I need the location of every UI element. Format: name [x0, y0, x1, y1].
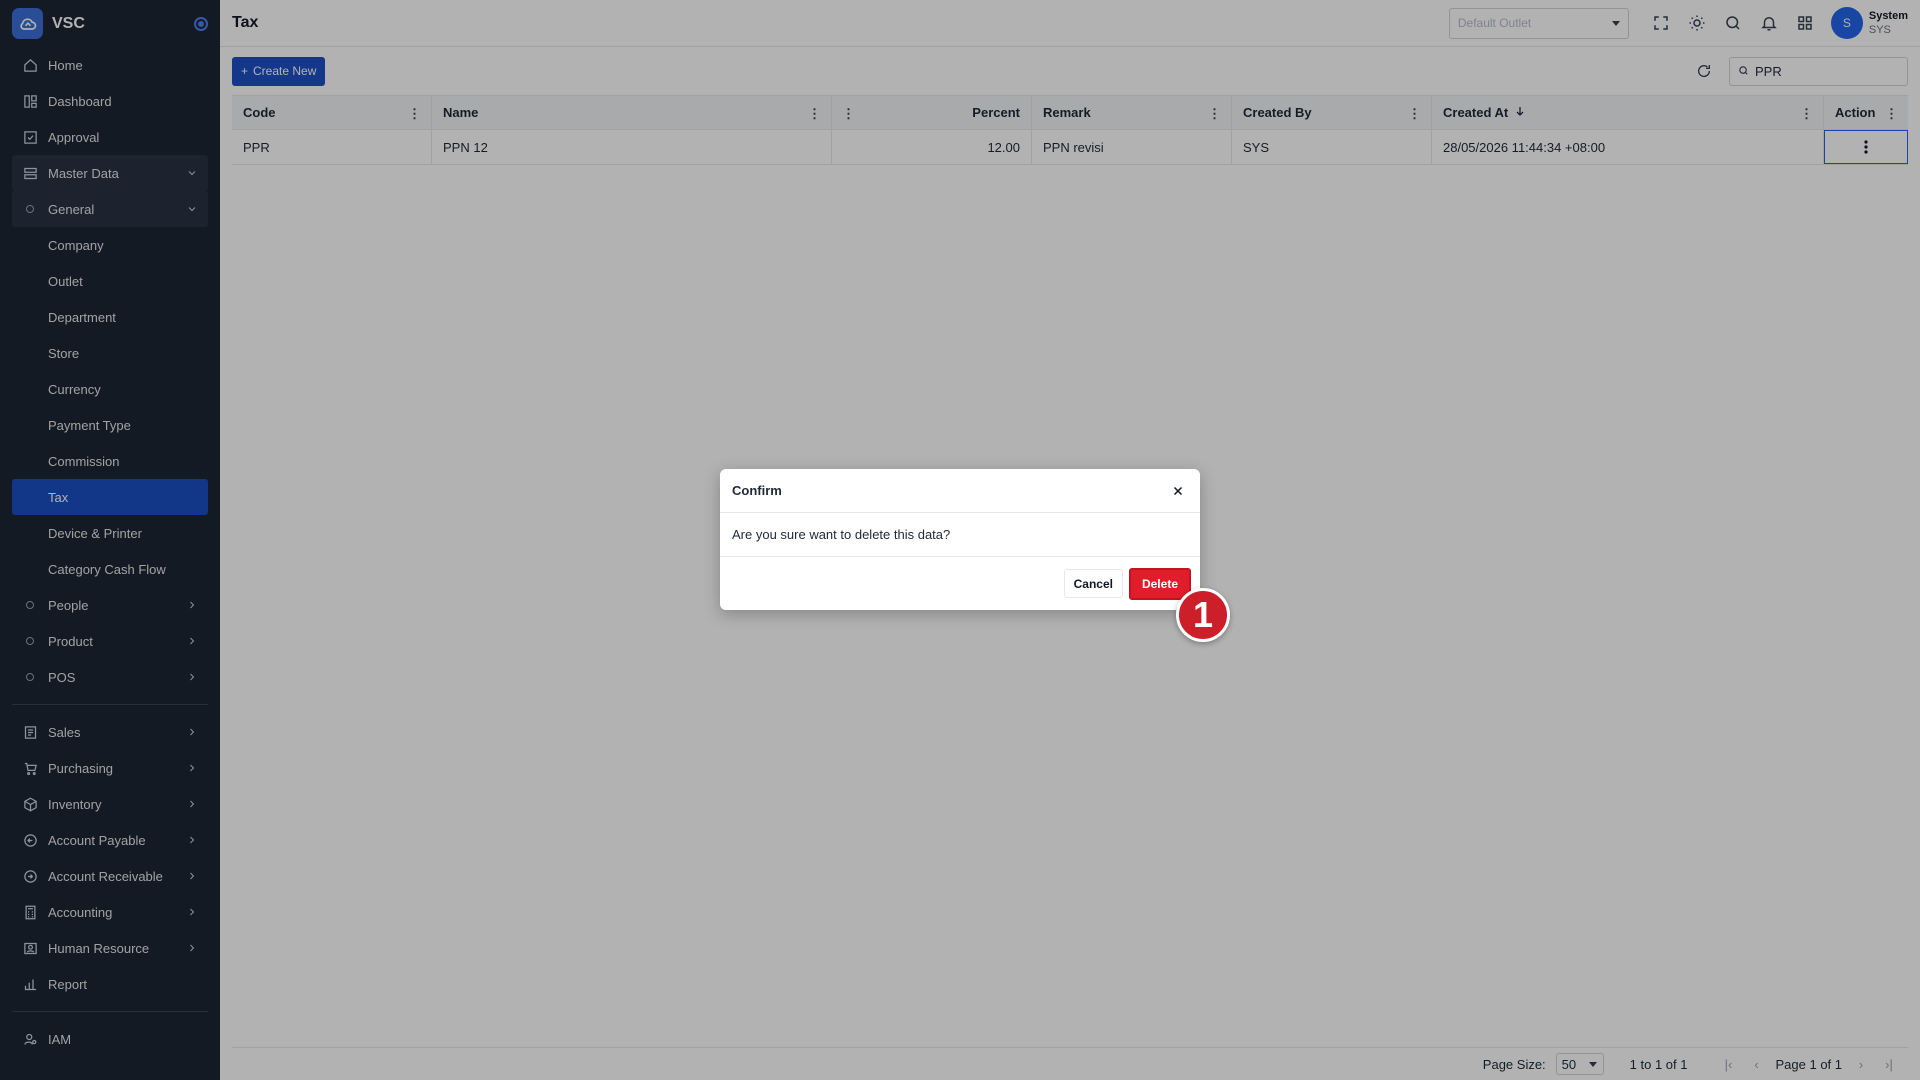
confirm-dialog: Confirm Are you sure want to delete this… [720, 469, 1200, 610]
delete-button[interactable]: Delete [1128, 567, 1191, 600]
step-number-badge: 1 [1176, 588, 1230, 642]
cancel-button[interactable]: Cancel [1063, 569, 1123, 598]
dialog-footer: Cancel Delete [720, 557, 1200, 610]
dialog-title: Confirm [732, 483, 782, 498]
close-icon[interactable] [1168, 481, 1188, 501]
dialog-header: Confirm [720, 469, 1200, 513]
dialog-message: Are you sure want to delete this data? [720, 513, 1200, 557]
